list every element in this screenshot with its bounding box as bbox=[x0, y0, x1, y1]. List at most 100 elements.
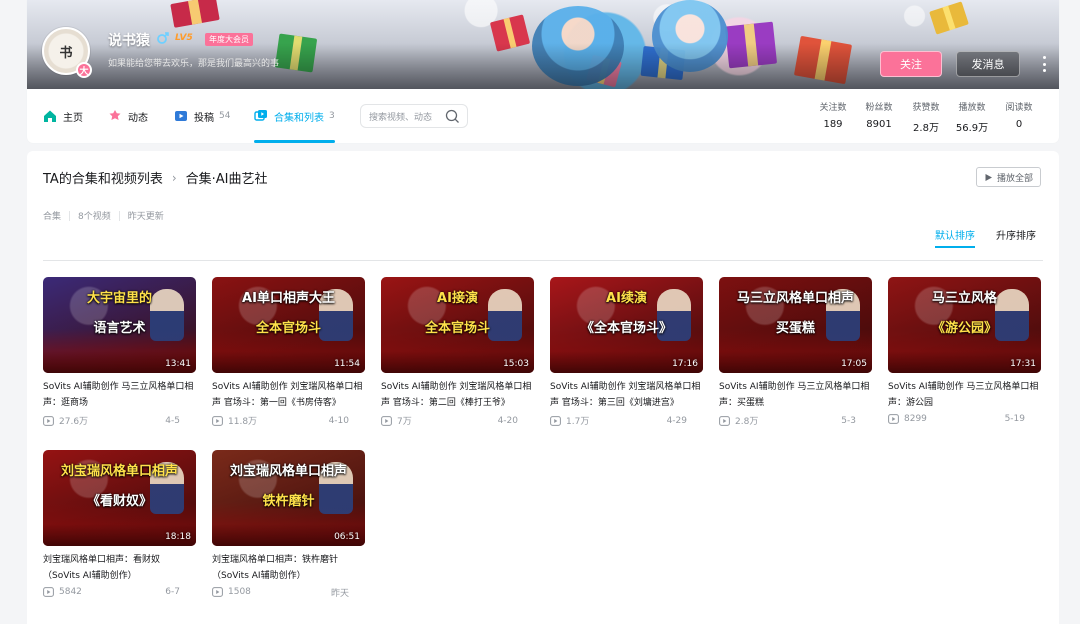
video-thumbnail[interactable]: 刘宝瑞风格单口相声 《看财奴》 18:18 bbox=[43, 450, 196, 546]
video-stats: 1.7万 4-29 bbox=[550, 414, 703, 427]
video-thumbnail[interactable]: AI接演全本官场斗 15:03 bbox=[381, 277, 534, 373]
publish-date: 4-20 bbox=[497, 415, 518, 426]
publish-date: 4-29 bbox=[666, 415, 687, 426]
avatar-text: 书 bbox=[59, 45, 73, 61]
collection-meta: 合集 8个视频 昨天更新 bbox=[43, 209, 164, 222]
thumbnail-caption: 语言艺术 bbox=[93, 321, 146, 336]
thumbnail-caption: 刘宝瑞风格单口相声 bbox=[229, 464, 347, 479]
play-count-icon bbox=[381, 415, 392, 426]
thumbnail-caption: AI单口相声大王 bbox=[242, 291, 335, 306]
play-count-icon bbox=[43, 587, 54, 597]
thumbnail-caption: AI续演 bbox=[606, 291, 647, 306]
chevron-right-icon: › bbox=[171, 170, 177, 185]
sort-default-tab[interactable]: 默认排序 bbox=[935, 227, 975, 248]
tab-uploads[interactable]: 投稿 54 bbox=[174, 89, 230, 143]
male-gender-icon bbox=[157, 32, 169, 44]
video-duration: 18:18 bbox=[165, 532, 191, 542]
thumbnail-caption: AI接演 bbox=[437, 291, 478, 306]
thumbnail-caption: 全本官场斗 bbox=[424, 321, 490, 336]
more-options-icon[interactable] bbox=[1040, 54, 1048, 74]
follow-button[interactable]: 关注 bbox=[880, 51, 942, 77]
breadcrumb-parent[interactable]: TA的合集和视频列表 bbox=[43, 168, 163, 187]
collection-icon bbox=[254, 110, 267, 121]
video-title[interactable]: SoVits AI辅助创作 刘宝瑞风格单口相声 官场斗：第二回《棒打王爷》 bbox=[381, 379, 534, 411]
video-title[interactable]: SoVits AI辅助创作 刘宝瑞风格单口相声 官场斗：第一回《书房侍客》 bbox=[212, 379, 365, 411]
search-input[interactable]: 搜索视频、动态 bbox=[360, 104, 468, 128]
meta-count: 8个视频 bbox=[78, 212, 111, 222]
breadcrumb: TA的合集和视频列表 › 合集·AI曲艺社 bbox=[43, 168, 268, 188]
play-all-button[interactable]: 播放全部 bbox=[976, 167, 1041, 187]
video-title[interactable]: 刘宝瑞风格单口相声：看财奴（SoVits AI辅助创作） bbox=[43, 552, 196, 584]
video-duration: 17:31 bbox=[1010, 359, 1036, 369]
thumbnail-caption: 《游公园》 bbox=[931, 321, 997, 336]
video-thumbnail[interactable]: 刘宝瑞风格单口相声 铁杵磨针 06:51 bbox=[212, 450, 365, 546]
home-icon bbox=[44, 110, 56, 122]
video-duration: 11:54 bbox=[334, 359, 360, 369]
video-card[interactable]: 刘宝瑞风格单口相声 铁杵磨针 06:51 刘宝瑞风格单口相声：铁杵磨针（SoVits … bbox=[212, 450, 365, 599]
video-card[interactable]: 刘宝瑞风格单口相声 《看财奴》 18:18 刘宝瑞风格单口相声：看财奴（SoVits … bbox=[43, 450, 196, 597]
tab-home[interactable]: 主页 bbox=[43, 89, 83, 143]
avatar-badge: 大 bbox=[76, 62, 92, 78]
video-duration: 06:51 bbox=[334, 532, 360, 542]
video-card[interactable]: 马三立风格 《游公园》 17:31 SoVits AI辅助创作 马三立风格单口相声：游… bbox=[888, 277, 1041, 424]
thumbnail-caption: 大宇宙里的 bbox=[86, 291, 152, 306]
view-count: 27.6万 bbox=[59, 417, 89, 427]
video-stats: 5842 6-7 bbox=[43, 587, 196, 597]
vip-badge[interactable]: 年度大会员 bbox=[205, 33, 253, 46]
stat-reads: 阅读数 0 bbox=[1005, 103, 1033, 130]
publish-date: 5-19 bbox=[1004, 414, 1025, 424]
tab-count: 3 bbox=[329, 111, 335, 121]
play-icon bbox=[985, 173, 992, 181]
video-thumbnail[interactable]: 马三立风格单口相声 买蛋糕 17:05 bbox=[719, 277, 872, 373]
play-count-icon bbox=[888, 414, 899, 424]
video-title[interactable]: SoVits AI辅助创作 马三立风格单口相声：游公园 bbox=[888, 379, 1041, 411]
play-count-icon bbox=[719, 415, 730, 426]
video-card[interactable]: 马三立风格单口相声 买蛋糕 17:05 SoVits AI辅助创作 马三立风格单口相声… bbox=[719, 277, 872, 427]
video-thumbnail[interactable]: AI续演 《全本官场斗》 17:16 bbox=[550, 277, 703, 373]
play-count-icon bbox=[43, 415, 54, 426]
video-title[interactable]: SoVits AI辅助创作 马三立风格单口相声：逛商场 bbox=[43, 379, 196, 411]
video-duration: 13:41 bbox=[165, 359, 191, 369]
username[interactable]: 说书猿 bbox=[108, 30, 150, 50]
profile-header: 书 大 说书猿 LV5 年度大会员 如果能给您带去欢乐，那是我们最高兴的事 关注… bbox=[27, 0, 1059, 143]
thumbnail-caption: 铁杵磨针 bbox=[262, 494, 315, 509]
view-count: 1508 bbox=[228, 587, 251, 597]
video-thumbnail[interactable]: 马三立风格 《游公园》 17:31 bbox=[888, 277, 1041, 373]
view-count: 2.8万 bbox=[735, 417, 759, 427]
gift-box-decoration bbox=[170, 0, 220, 28]
thumbnail-caption: 全本官场斗 bbox=[255, 321, 321, 336]
video-duration: 17:05 bbox=[841, 359, 867, 369]
tab-label: 动态 bbox=[128, 112, 148, 124]
user-sign: 如果能给您带去欢乐，那是我们最高兴的事 bbox=[108, 59, 280, 69]
tab-label: 合集和列表 bbox=[274, 112, 324, 124]
video-title[interactable]: 刘宝瑞风格单口相声：铁杵磨针（SoVits AI辅助创作） bbox=[212, 552, 365, 584]
video-thumbnail[interactable]: AI单口相声大王 全本官场斗 11:54 bbox=[212, 277, 365, 373]
search-placeholder: 搜索视频、动态 bbox=[369, 112, 433, 123]
video-stats: 2.8万 5-3 bbox=[719, 414, 872, 427]
divider bbox=[118, 210, 120, 221]
tab-dynamic[interactable]: 动态 bbox=[108, 89, 148, 143]
search-icon[interactable] bbox=[445, 109, 460, 124]
send-message-button[interactable]: 发消息 bbox=[956, 51, 1020, 77]
video-duration: 15:03 bbox=[503, 359, 529, 369]
thumbnail-caption: 马三立风格单口相声 bbox=[736, 291, 854, 306]
video-card[interactable]: AI单口相声大王 全本官场斗 11:54 SoVits AI辅助创作 刘宝瑞风格单口相… bbox=[212, 277, 365, 427]
video-stats: 1508 昨天 bbox=[212, 587, 365, 599]
video-title[interactable]: SoVits AI辅助创作 刘宝瑞风格单口相声 官场斗：第三回《刘墉进宫》 bbox=[550, 379, 703, 411]
dynamic-icon bbox=[109, 110, 121, 120]
tab-label: 投稿 bbox=[194, 112, 214, 124]
video-card[interactable]: AI续演 《全本官场斗》 17:16 SoVits AI辅助创作 刘宝瑞风格单口相声 … bbox=[550, 277, 703, 427]
play-all-label: 播放全部 bbox=[996, 173, 1033, 184]
view-count: 8299 bbox=[904, 414, 927, 424]
meta-type: 合集 bbox=[43, 212, 62, 222]
video-thumbnail[interactable]: 大宇宙里的语言艺术 13:41 bbox=[43, 277, 196, 373]
view-count: 11.8万 bbox=[228, 417, 258, 427]
tab-collections[interactable]: 合集和列表 3 bbox=[254, 89, 335, 143]
video-title[interactable]: SoVits AI辅助创作 马三立风格单口相声：买蛋糕 bbox=[719, 379, 872, 411]
video-stats: 27.6万 4-5 bbox=[43, 414, 196, 427]
publish-date: 昨天 bbox=[330, 588, 349, 599]
sort-asc-tab[interactable]: 升序排序 bbox=[996, 227, 1036, 242]
level-badge: LV5 bbox=[175, 33, 193, 43]
video-card[interactable]: 大宇宙里的语言艺术 13:41 SoVits AI辅助创作 马三立风格单口相声：逛商… bbox=[43, 277, 196, 427]
video-card[interactable]: AI接演全本官场斗 15:03 SoVits AI辅助创作 刘宝瑞风格单口相声 官场… bbox=[381, 277, 534, 427]
